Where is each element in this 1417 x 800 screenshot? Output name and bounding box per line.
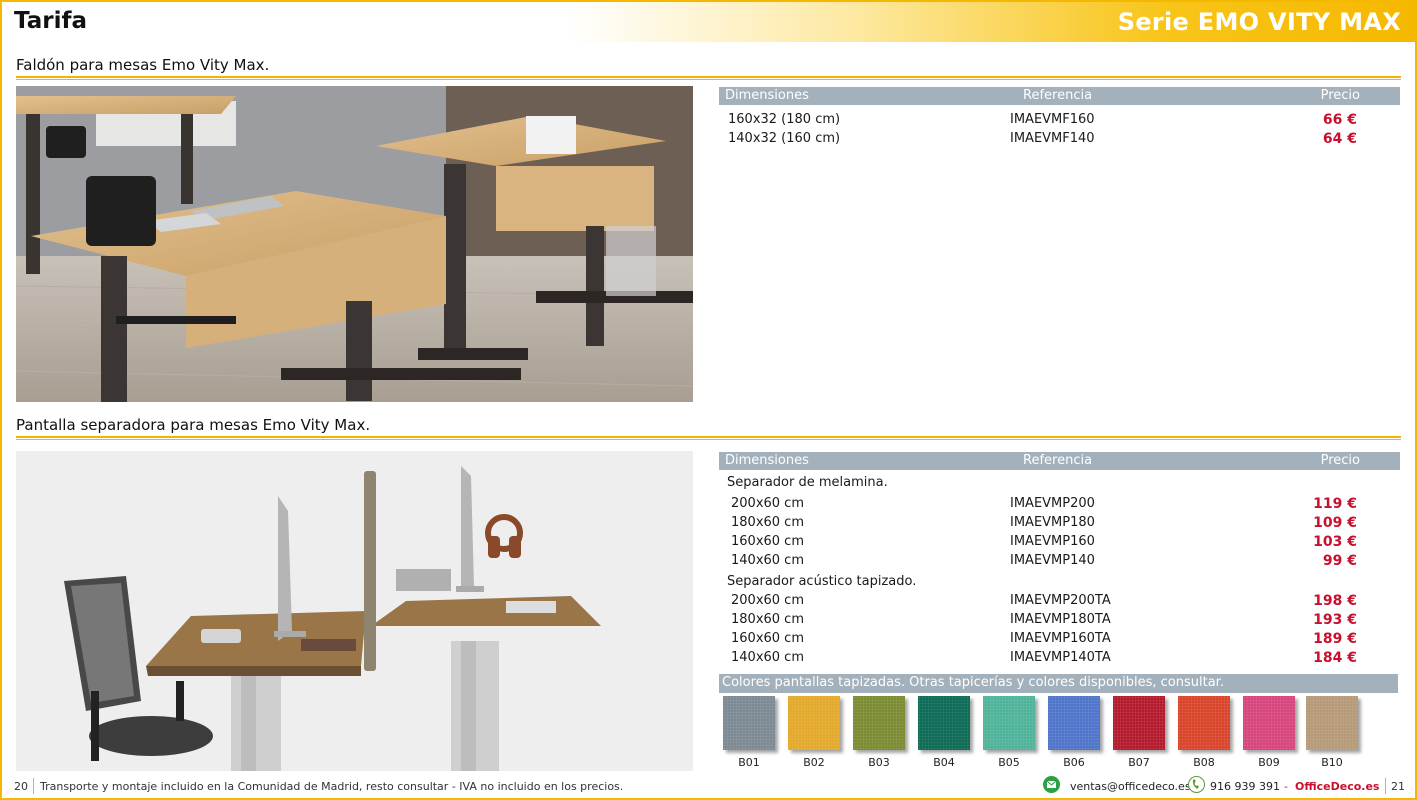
table-row: 180x60 cm IMAEVMP180TA 193 € — [719, 612, 1400, 631]
color-swatch-b09[interactable] — [1243, 696, 1295, 750]
color-swatch-b08[interactable] — [1178, 696, 1230, 750]
row-price: 66 € — [1322, 112, 1357, 128]
row-reference: IMAEVMP180TA — [1010, 612, 1111, 627]
row-reference: IMAEVMP160 — [1010, 534, 1095, 549]
color-code: B05 — [998, 756, 1020, 769]
row-dimension: 140x32 (160 cm) — [728, 131, 841, 146]
footer-dash: - — [1284, 780, 1288, 793]
section-divider — [16, 76, 1401, 80]
page-header: Tarifa Serie EMO VITY MAX — [2, 2, 1415, 42]
footer-phone-link[interactable]: 916 939 391 — [1210, 780, 1280, 793]
faldon-product-photo — [16, 86, 693, 402]
table-row: 160x60 cm IMAEVMP160 103 € — [719, 534, 1400, 553]
footer-email-link[interactable]: ventas@officedeco.es — [1070, 780, 1191, 793]
group-label-melamina: Separador de melamina. — [727, 475, 888, 490]
row-price: 109 € — [1313, 515, 1357, 531]
row-reference: IMAEVMP140 — [1010, 553, 1095, 568]
table-row: 200x60 cm IMAEVMP200 119 € — [719, 496, 1400, 515]
header-precio: Precio — [1320, 453, 1360, 468]
page-footer: 20 Transporte y montaje incluido en la C… — [2, 774, 1415, 798]
page-number-left: 20 — [14, 780, 28, 793]
header-referencia: Referencia — [1023, 453, 1093, 468]
faldon-table-header: Dimensiones Referencia Precio — [719, 87, 1400, 105]
color-code: B10 — [1321, 756, 1343, 769]
header-precio: Precio — [1320, 88, 1360, 103]
page-title: Tarifa — [14, 8, 87, 34]
group-label-acustico: Separador acústico tapizado. — [727, 574, 917, 589]
row-reference: IMAEVMF140 — [1010, 131, 1095, 146]
color-swatch-b10[interactable] — [1306, 696, 1358, 750]
color-swatch-b06[interactable] — [1048, 696, 1100, 750]
row-price: 99 € — [1322, 553, 1357, 569]
row-reference: IMAEVMP200TA — [1010, 593, 1111, 608]
color-code: B09 — [1258, 756, 1280, 769]
pantalla-product-photo — [16, 451, 693, 771]
row-dimension: 180x60 cm — [731, 515, 804, 530]
table-row: 160x32 (180 cm) IMAEVMF160 66 € — [719, 112, 1400, 131]
color-code: B07 — [1128, 756, 1150, 769]
email-icon — [1043, 776, 1060, 793]
row-dimension: 160x60 cm — [731, 631, 804, 646]
table-row: 200x60 cm IMAEVMP200TA 198 € — [719, 593, 1400, 612]
table-row: 140x32 (160 cm) IMAEVMF140 64 € — [719, 131, 1400, 150]
row-price: 198 € — [1313, 593, 1357, 609]
footer-divider — [1385, 778, 1386, 794]
row-dimension: 160x60 cm — [731, 534, 804, 549]
color-swatch-b03[interactable] — [853, 696, 905, 750]
footer-divider — [33, 778, 34, 794]
row-reference: IMAEVMP160TA — [1010, 631, 1111, 646]
color-code: B06 — [1063, 756, 1085, 769]
section-title-pantalla: Pantalla separadora para mesas Emo Vity … — [16, 416, 371, 434]
color-swatch-b05[interactable] — [983, 696, 1035, 750]
color-code: B03 — [868, 756, 890, 769]
row-price: 103 € — [1313, 534, 1357, 550]
color-swatch-b07[interactable] — [1113, 696, 1165, 750]
header-dimensiones: Dimensiones — [725, 453, 809, 468]
row-reference: IMAEVMP200 — [1010, 496, 1095, 511]
color-code: B08 — [1193, 756, 1215, 769]
row-dimension: 140x60 cm — [731, 650, 804, 665]
section-title-faldon: Faldón para mesas Emo Vity Max. — [16, 56, 270, 74]
page-number-right: 21 — [1391, 780, 1405, 793]
color-swatch-b02[interactable] — [788, 696, 840, 750]
pantalla-table-header: Dimensiones Referencia Precio — [719, 452, 1400, 470]
row-dimension: 200x60 cm — [731, 496, 804, 511]
color-code: B01 — [738, 756, 760, 769]
row-dimension: 180x60 cm — [731, 612, 804, 627]
phone-icon — [1188, 776, 1205, 793]
header-referencia: Referencia — [1023, 88, 1093, 103]
row-price: 193 € — [1313, 612, 1357, 628]
color-code: B02 — [803, 756, 825, 769]
row-price: 184 € — [1313, 650, 1357, 666]
table-row: 140x60 cm IMAEVMP140 99 € — [719, 553, 1400, 572]
color-swatch-b04[interactable] — [918, 696, 970, 750]
row-price: 189 € — [1313, 631, 1357, 647]
section-divider — [16, 436, 1401, 440]
color-swatch-b01[interactable] — [723, 696, 775, 750]
table-row: 180x60 cm IMAEVMP180 109 € — [719, 515, 1400, 534]
table-row: 160x60 cm IMAEVMP160TA 189 € — [719, 631, 1400, 650]
row-dimension: 200x60 cm — [731, 593, 804, 608]
row-reference: IMAEVMP140TA — [1010, 650, 1111, 665]
row-price: 64 € — [1322, 131, 1357, 147]
row-reference: IMAEVMP180 — [1010, 515, 1095, 530]
row-price: 119 € — [1313, 496, 1357, 512]
row-reference: IMAEVMF160 — [1010, 112, 1095, 127]
header-dimensiones: Dimensiones — [725, 88, 809, 103]
color-code: B04 — [933, 756, 955, 769]
row-dimension: 160x32 (180 cm) — [728, 112, 841, 127]
row-dimension: 140x60 cm — [731, 553, 804, 568]
series-title: Serie EMO VITY MAX — [1117, 8, 1401, 36]
table-row: 140x60 cm IMAEVMP140TA 184 € — [719, 650, 1400, 669]
colors-title-bar: Colores pantallas tapizadas. Otras tapic… — [719, 674, 1398, 693]
footer-note: Transporte y montaje incluido en la Comu… — [40, 780, 624, 793]
footer-brand-link[interactable]: OfficeDeco.es — [1295, 780, 1379, 793]
